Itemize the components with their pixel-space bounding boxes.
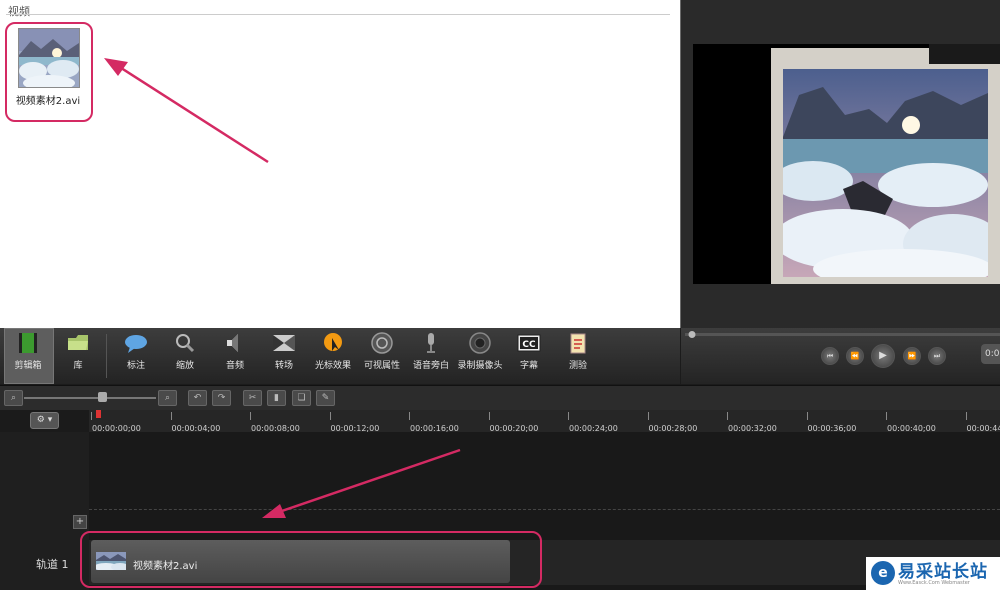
tool-audio[interactable]: 音频: [209, 329, 261, 383]
timeline-ruler[interactable]: [89, 410, 1000, 432]
zoom-out-icon[interactable]: ⌕: [4, 390, 23, 406]
tool-label: 语音旁白: [412, 361, 449, 371]
tool-captions[interactable]: CC 字幕: [503, 329, 555, 383]
microphone-icon: [427, 333, 435, 353]
ruler-tick-mark: [886, 412, 887, 420]
gear-icon[interactable]: ⚙ ▾: [30, 412, 59, 429]
track-name: 轨道 1: [36, 558, 69, 571]
preview-video-frame: [783, 69, 988, 277]
tool-label: 字幕: [519, 361, 538, 371]
bin-divider: [6, 14, 670, 15]
tool-label: 音频: [225, 361, 244, 371]
playhead[interactable]: [96, 410, 101, 418]
timeline-zoom-slider[interactable]: [24, 397, 156, 399]
tool-quiz[interactable]: 测验: [552, 329, 604, 383]
play-icon[interactable]: ▶: [871, 344, 895, 368]
magnifier-icon: [176, 334, 195, 353]
tool-label: 录制摄像头: [457, 361, 503, 371]
tool-visual-properties[interactable]: 可视属性: [356, 329, 408, 383]
track-divider: [89, 509, 1000, 510]
split-icon[interactable]: ▮: [267, 390, 286, 406]
preview-window-titlebar: [929, 44, 1000, 64]
skip-to-start-icon[interactable]: ⏮: [821, 347, 839, 365]
ruler-tick-mark: [170, 412, 172, 420]
ruler-tick-mark: [488, 412, 490, 420]
tool-label: 测验: [568, 361, 587, 371]
visual-properties-icon: [371, 332, 393, 354]
add-track-button[interactable]: +: [73, 515, 87, 529]
callout-bubble-icon: [125, 335, 147, 353]
paste-icon[interactable]: ✎: [316, 390, 335, 406]
tool-zoom[interactable]: 缩放: [159, 329, 211, 383]
tool-callouts[interactable]: 标注: [110, 329, 162, 383]
clip-bin-panel: [0, 0, 681, 328]
skip-to-end-icon[interactable]: ⏭: [928, 347, 946, 365]
tool-voice-narration[interactable]: 语音旁白: [405, 329, 457, 383]
ruler-tick-mark: [91, 412, 92, 420]
redo-icon[interactable]: ↷: [212, 390, 231, 406]
time-display: 0:0: [981, 344, 1000, 364]
svg-text:CC: CC: [522, 340, 536, 350]
preview-letterbox: [693, 44, 769, 284]
tool-label: 剪辑箱: [14, 361, 42, 371]
tool-transitions[interactable]: 转场: [258, 329, 310, 383]
ruler-tick-mark: [965, 412, 967, 420]
ruler-tick-mark: [727, 412, 728, 420]
watermark-brand: 易采站长站: [898, 562, 988, 582]
watermark-subtitle: Www.Easck.Com Webmaster: [898, 580, 970, 586]
ruler-tick-mark: [409, 412, 410, 420]
toolbar-separator: [106, 334, 107, 378]
webcam-icon: [469, 332, 491, 354]
timeline-clip-highlight-outline: [80, 531, 542, 588]
cut-icon[interactable]: ✂: [243, 390, 262, 406]
ruler-tick-mark: [806, 412, 808, 420]
rewind-icon[interactable]: ⏪: [846, 347, 864, 365]
tool-label: 光标效果: [314, 361, 351, 371]
clip-highlight-outline: [5, 22, 93, 122]
cc-icon: CC: [517, 334, 541, 352]
speaker-icon: [227, 334, 238, 352]
cursor-effect-icon: [324, 333, 342, 351]
tool-library[interactable]: 库: [52, 329, 104, 383]
tool-clip-bin[interactable]: 剪辑箱: [2, 329, 54, 383]
copy-icon[interactable]: ❏: [292, 390, 311, 406]
zoom-slider-handle[interactable]: [98, 392, 107, 402]
library-folder-icon: [68, 335, 88, 350]
ruler-tick-mark: [568, 412, 569, 420]
ruler-tick-mark: [329, 412, 331, 420]
ruler-tick-mark: [250, 412, 251, 420]
tool-label: 标注: [126, 361, 145, 371]
preview-scrub-bar[interactable]: [685, 331, 1000, 339]
film-icon: [19, 333, 37, 353]
undo-icon[interactable]: ↶: [188, 390, 207, 406]
quiz-clipboard-icon: [570, 333, 586, 354]
bin-section-title: 视频: [8, 5, 30, 18]
tool-label: 库: [73, 361, 83, 371]
tool-record-camera[interactable]: 录制摄像头: [454, 329, 506, 383]
tool-cursor-effects[interactable]: 光标效果: [307, 329, 359, 383]
tool-label: 可视属性: [363, 361, 400, 371]
fast-forward-icon[interactable]: ⏩: [903, 347, 921, 365]
zoom-in-icon[interactable]: ⌕: [158, 390, 177, 406]
tool-label: 缩放: [175, 361, 194, 371]
ruler-tick-mark: [647, 412, 649, 420]
watermark-logo-icon: e: [871, 561, 895, 585]
transition-icon: [273, 335, 295, 351]
tool-label: 转场: [274, 361, 293, 371]
